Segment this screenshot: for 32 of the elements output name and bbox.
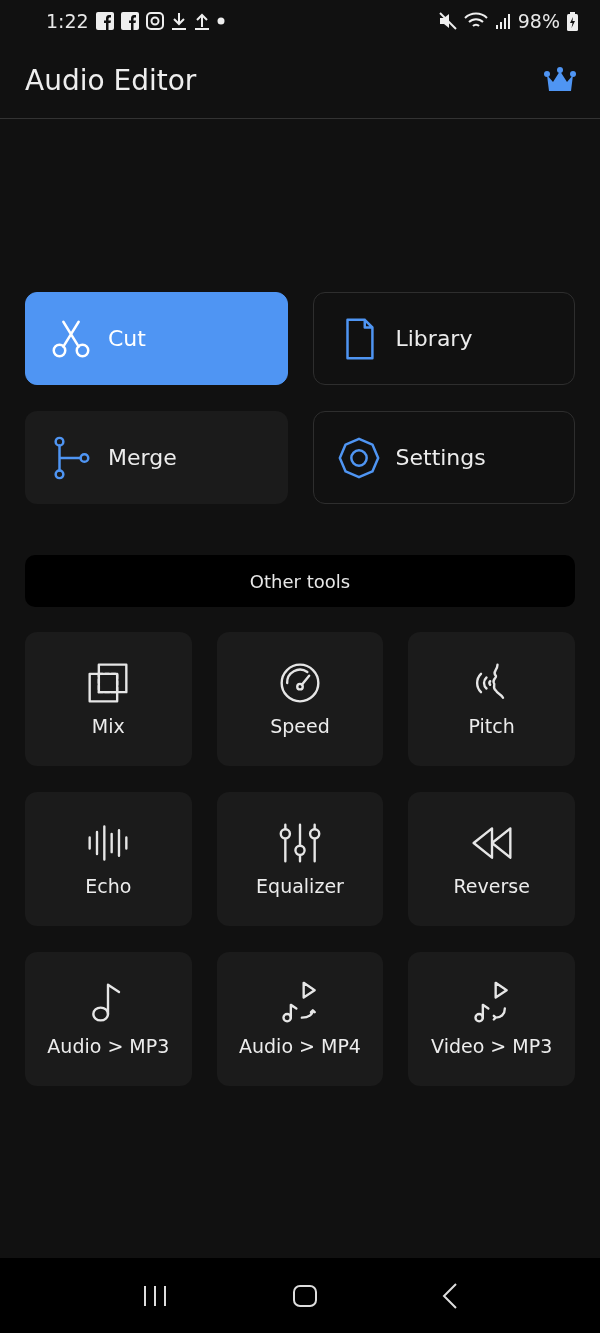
tool-button[interactable]: Mix: [25, 632, 192, 766]
crown-icon[interactable]: [544, 67, 576, 93]
instagram-icon: [145, 12, 164, 30]
action-button[interactable]: Settings: [312, 411, 575, 504]
status-time: 1:22: [46, 10, 89, 32]
tool-button[interactable]: Echo: [25, 792, 192, 926]
tool-button[interactable]: Video > MP3: [408, 952, 575, 1086]
download-icon: [170, 12, 187, 30]
facebook-icon: [120, 12, 139, 30]
battery-charging-icon: [567, 11, 578, 31]
notification-dot-icon: [216, 17, 225, 25]
tool-button[interactable]: Audio > MP3: [25, 952, 192, 1086]
tool-button[interactable]: Pitch: [408, 632, 575, 766]
tool-button[interactable]: Audio > MP4: [216, 952, 384, 1086]
upload-icon: [193, 12, 210, 30]
app-title: Audio Editor: [25, 63, 197, 97]
facebook-icon: [95, 12, 114, 30]
gauge-icon: [278, 661, 322, 705]
tool-button[interactable]: Reverse: [408, 792, 575, 926]
sliders-icon: [278, 821, 322, 865]
tool-button[interactable]: Speed: [216, 632, 384, 766]
action-button[interactable]: Merge: [25, 411, 288, 504]
tool-button[interactable]: Equalizer: [216, 792, 384, 926]
mute-icon: [438, 12, 457, 30]
section-header: Other tools: [25, 555, 575, 607]
back-icon[interactable]: [442, 1282, 458, 1309]
overlapping-squares-icon: [86, 661, 131, 705]
signal-icon: [494, 12, 511, 30]
home-icon[interactable]: [292, 1283, 318, 1308]
action-button[interactable]: Library: [312, 292, 575, 385]
recent-apps-icon[interactable]: [142, 1284, 168, 1307]
battery-percentage: 98%: [517, 10, 560, 32]
